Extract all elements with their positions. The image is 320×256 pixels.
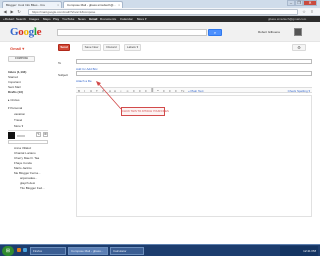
- chat-status[interactable]: [17, 135, 25, 137]
- indent-less-button[interactable]: ≡: [145, 88, 147, 94]
- taskbar-task[interactable]: Calculator: [110, 247, 144, 255]
- tab-title: Blogger: Cool Info Bites - Cre: [6, 3, 46, 7]
- reload-icon[interactable]: ↻: [16, 9, 22, 15]
- taskbar-task[interactable]: Firefox: [30, 247, 66, 255]
- compose-button[interactable]: COMPOSE: [8, 56, 35, 62]
- browser-tab-strip: Blogger: Cool Info Bites - Cre × Compose…: [0, 0, 320, 8]
- to-label: To: [58, 61, 62, 65]
- bullet-list-button[interactable]: ≡: [139, 88, 141, 94]
- gear-icon: ⚙: [297, 45, 301, 50]
- chat-avatar[interactable]: [8, 132, 15, 139]
- avatar[interactable]: [294, 28, 302, 36]
- chat-contact[interactable]: Chantal Luciano: [14, 151, 36, 155]
- sidebar-item-circles[interactable]: ▸ Circles: [8, 98, 20, 102]
- sidebar-divider: [8, 130, 48, 131]
- gmail-menu[interactable]: Gmail ▾: [10, 46, 24, 51]
- quote-button[interactable]: ❝: [157, 88, 159, 94]
- align-right-button[interactable]: ≡: [175, 88, 177, 94]
- search-icon: ⌕: [213, 30, 217, 35]
- callout-arrow: [96, 81, 122, 110]
- minimize-button[interactable]: –: [287, 0, 295, 6]
- chat-contact[interactable]: Anna Villaluz: [14, 146, 31, 150]
- attach-callout: CLICK THIS TO ATTACH YOUR FILES: [121, 107, 169, 116]
- ie-icon[interactable]: [23, 248, 27, 252]
- chat-contact[interactable]: Tito Blogger Fed...: [20, 186, 45, 190]
- search-input[interactable]: [57, 29, 207, 36]
- maximize-button[interactable]: ❐: [295, 0, 303, 6]
- send-button[interactable]: Send: [58, 44, 70, 51]
- logo-letter: e: [36, 26, 42, 38]
- bold-button[interactable]: B: [78, 88, 80, 94]
- chat-search-input[interactable]: [8, 140, 48, 144]
- settings-button[interactable]: ⚙: [292, 44, 306, 51]
- discard-button[interactable]: Discard: [103, 44, 120, 51]
- chat-contact[interactable]: Me Blogger Ferna...: [14, 171, 41, 175]
- check-spelling-link[interactable]: Check Spelling ▾: [288, 88, 310, 94]
- new-chat-icon[interactable]: ✎: [36, 132, 41, 137]
- remove-formatting-button[interactable]: Tx: [181, 88, 184, 94]
- chat-contact[interactable]: glaych.desi: [20, 181, 35, 185]
- star-icon[interactable]: ☆: [301, 9, 307, 15]
- save-now-button[interactable]: Save Now: [82, 44, 101, 51]
- chat-contact[interactable]: anjomadea...: [20, 176, 37, 180]
- browser-tab-active[interactable]: Compose Mail - gbass.simultech@... ×: [63, 1, 123, 8]
- sidebar-item-starred[interactable]: Starred: [8, 75, 18, 79]
- forward-icon[interactable]: ▶: [9, 9, 15, 15]
- taskbar-task-active[interactable]: Compose Mail - gbass...: [68, 247, 108, 255]
- sidebar-item-sent[interactable]: Sent Mail: [8, 85, 21, 89]
- google-logo[interactable]: Google: [10, 26, 42, 38]
- sidebar-item-personal[interactable]: ▾ Personal: [8, 106, 22, 110]
- chat-contact[interactable]: Marlo Jacinto: [14, 166, 32, 170]
- sidebar-item-vacation[interactable]: vacation: [14, 112, 25, 116]
- attach-file-link[interactable]: Attach a file: [76, 79, 92, 83]
- gmail-header: Google ⌕ Robert Gilbuena: [0, 22, 320, 42]
- browser-tab[interactable]: Blogger: Cool Info Bites - Cre ×: [2, 1, 62, 8]
- url-field[interactable]: https://mail.google.com/mail/?shva=1#com…: [28, 9, 298, 15]
- close-window-button[interactable]: ✕: [303, 0, 317, 6]
- labels-button[interactable]: Labels ▾: [124, 44, 141, 51]
- account-name[interactable]: Robert Gilbuena: [258, 30, 280, 34]
- plain-text-link[interactable]: « Plain Text: [188, 88, 203, 94]
- sidebar-item-inbox[interactable]: Inbox (1,134): [8, 70, 26, 74]
- subject-label: Subject: [58, 73, 69, 77]
- sidebar-item-drafts[interactable]: Drafts (13): [8, 90, 23, 94]
- taskbar: ⊞ Firefox Compose Mail - gbass... Calcul…: [0, 244, 320, 256]
- chat-contact[interactable]: Cherry Mae D. Taa: [14, 156, 39, 160]
- underline-button[interactable]: U: [90, 88, 92, 94]
- system-tray: 12:41 PM: [280, 246, 318, 256]
- chat-contact[interactable]: Fhaye Conde: [14, 161, 32, 165]
- address-bar-row: ◀ ▶ ↻ https://mail.google.com/mail/?shva…: [0, 8, 320, 16]
- tab-title: Compose Mail - gbass.simultech@...: [67, 3, 116, 7]
- wrench-icon[interactable]: ≡: [309, 9, 315, 15]
- align-center-button[interactable]: ≡: [169, 88, 171, 94]
- search-button[interactable]: ⌕: [208, 29, 222, 36]
- sidebar-item-more[interactable]: More ▾: [14, 124, 23, 128]
- indent-more-button[interactable]: ≣: [151, 88, 154, 94]
- back-icon[interactable]: ◀: [2, 9, 8, 15]
- clock[interactable]: 12:41 PM: [303, 249, 316, 253]
- emoticon-button[interactable]: ☺: [126, 88, 129, 94]
- firefox-icon[interactable]: [17, 248, 21, 252]
- sidebar-item-travel[interactable]: Travel: [14, 118, 22, 122]
- message-body[interactable]: [76, 95, 312, 217]
- numbered-list-button[interactable]: ≡: [133, 88, 135, 94]
- start-button[interactable]: ⊞: [2, 246, 14, 256]
- subject-field[interactable]: [76, 71, 312, 76]
- chat-settings-icon[interactable]: ⚙: [43, 132, 48, 137]
- italic-button[interactable]: I: [84, 88, 85, 94]
- align-left-button[interactable]: ≡: [163, 88, 165, 94]
- to-field[interactable]: [76, 59, 312, 64]
- sidebar-item-important[interactable]: Important: [8, 80, 21, 84]
